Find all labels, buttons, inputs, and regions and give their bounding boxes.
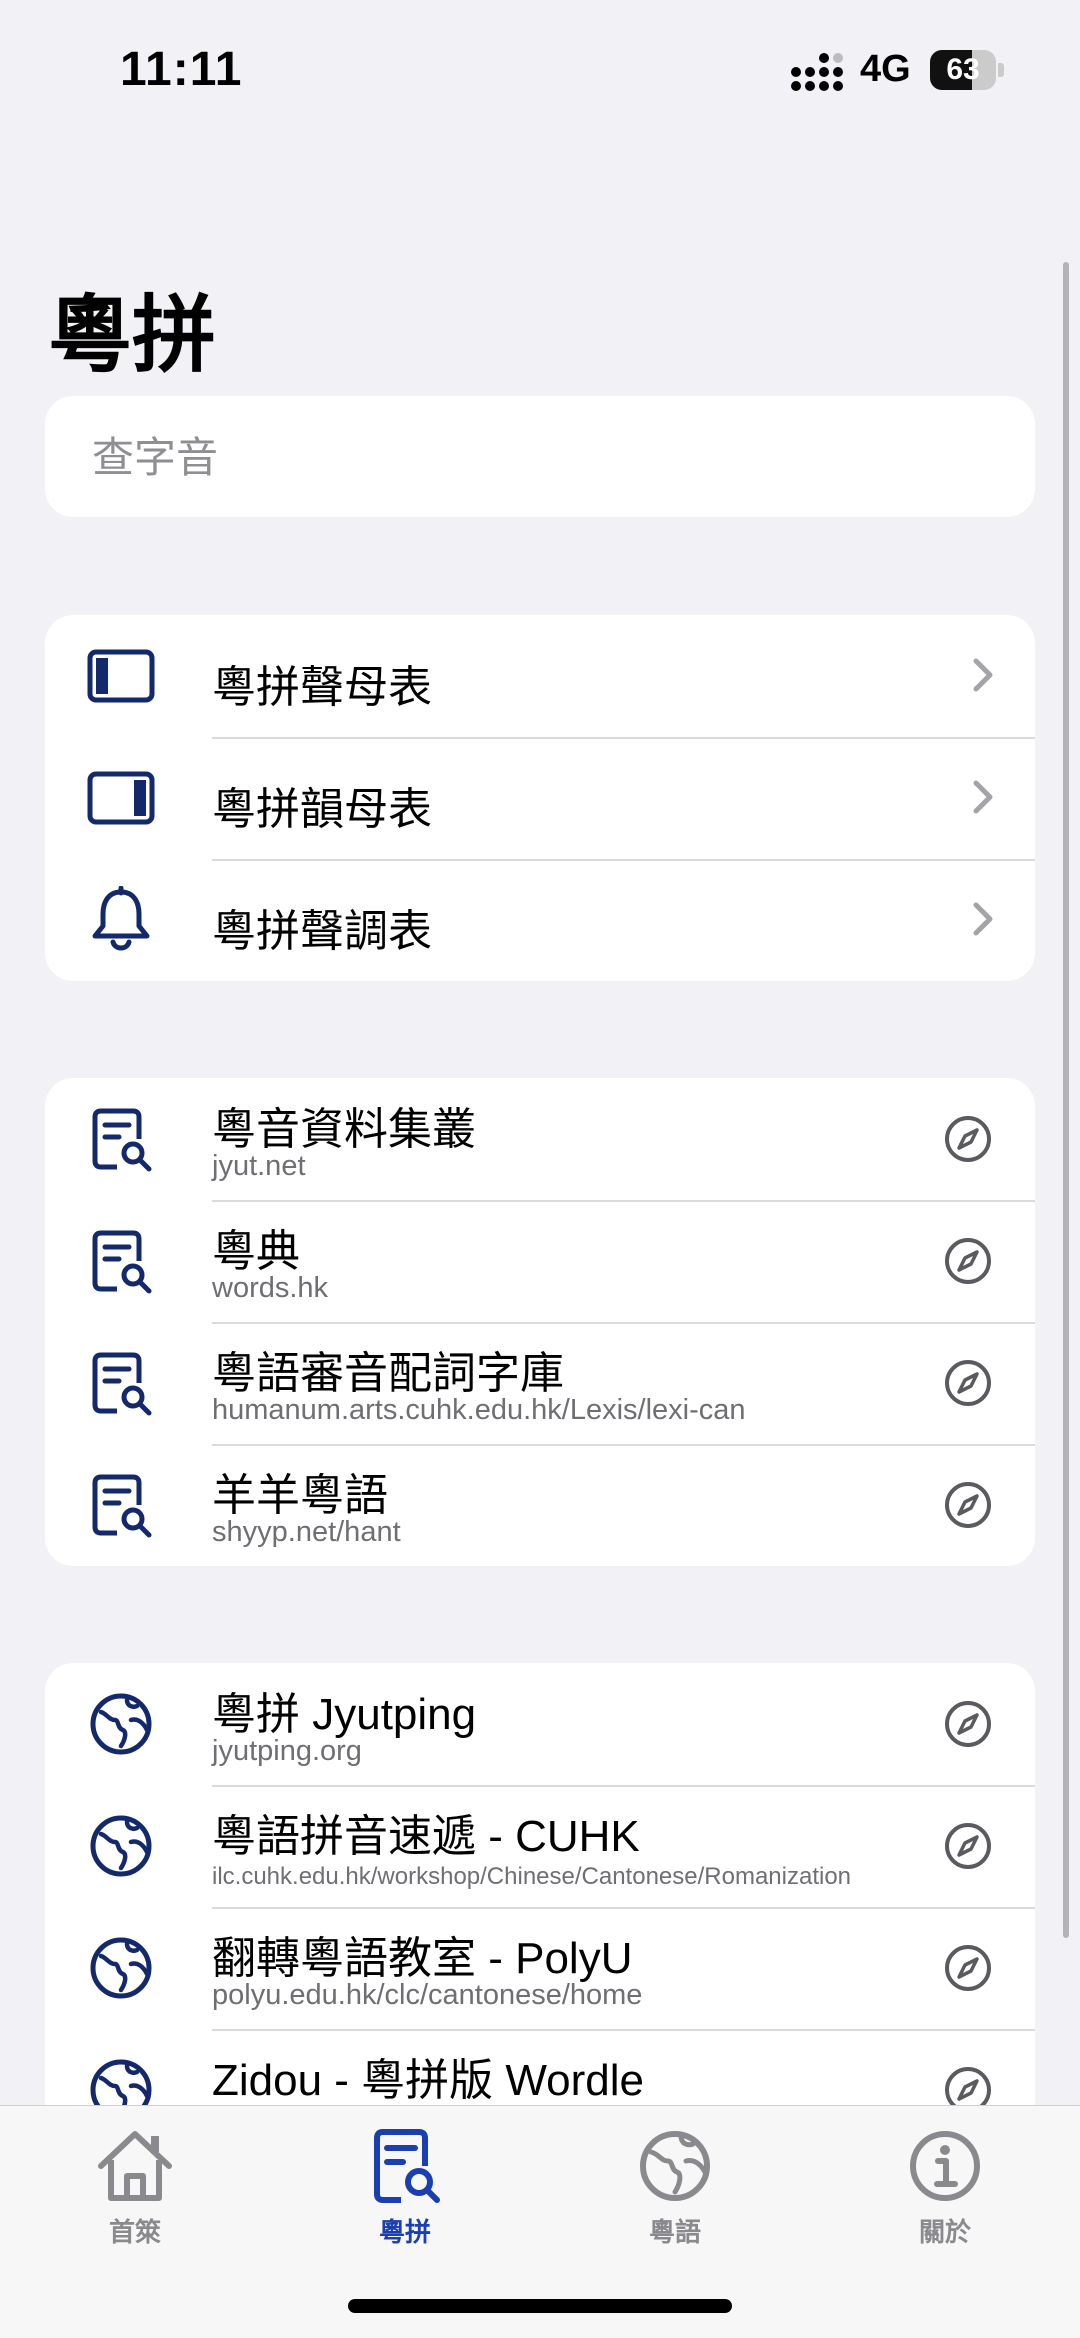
dictionaries-card: 粵音資料集叢 jyut.net 粵典 words.hk 粵語審音配詞字庫 hum… [45, 1078, 1035, 1566]
row-url: humanum.arts.cuhk.edu.hk/Lexis/lexi-can [212, 1394, 746, 1426]
page-title: 粵拼 [48, 288, 217, 382]
compass-icon[interactable] [943, 1236, 993, 1286]
compass-icon[interactable] [943, 2065, 993, 2105]
info-icon [910, 2131, 980, 2201]
globe-icon [90, 1937, 152, 1999]
compass-icon[interactable] [943, 1358, 993, 1408]
battery-icon: 63 [930, 50, 1004, 90]
row-title: 粵拼聲調表 [212, 907, 432, 956]
row-title: 翻轉粵語教室 - PolyU [212, 1934, 633, 1983]
row-title: 粵拼 Jyutping [212, 1690, 477, 1739]
resource-row[interactable]: 粵拼 Jyutping jyutping.org [45, 1663, 1035, 1785]
document-search-icon [92, 1352, 152, 1416]
document-search-icon [374, 2129, 440, 2203]
tab-home[interactable]: 首箂 [45, 2126, 225, 2266]
dictionary-row[interactable]: 粵典 words.hk [45, 1200, 1035, 1322]
signal-icon [791, 53, 843, 91]
chevron-right-icon [973, 658, 993, 692]
row-title: 粵語審音配詞字庫 [212, 1349, 564, 1398]
document-search-icon [92, 1108, 152, 1172]
row-url: jyutping.org [212, 1735, 362, 1767]
scrollbar[interactable] [1063, 262, 1069, 1938]
compass-icon[interactable] [943, 1943, 993, 1993]
left-panel-icon [87, 649, 155, 703]
compass-icon[interactable] [943, 1699, 993, 1749]
row-url: ilc.cuhk.edu.hk/workshop/Chinese/Cantone… [212, 1863, 852, 1890]
compass-icon[interactable] [943, 1114, 993, 1164]
search-input[interactable] [90, 396, 1039, 519]
chevron-right-icon [973, 902, 993, 936]
row-url: shyyp.net/hant [212, 1516, 401, 1548]
table-row-finals[interactable]: 粵拼韻母表 [45, 737, 1035, 859]
search-field[interactable] [45, 396, 1039, 519]
table-row-tones[interactable]: 粵拼聲調表 [45, 859, 1035, 981]
globe-icon [640, 2131, 710, 2201]
tables-card: 粵拼聲母表 粵拼韻母表 粵拼聲調表 [45, 615, 1035, 981]
tab-about[interactable]: 關於 [855, 2126, 1035, 2266]
compass-icon[interactable] [943, 1821, 993, 1871]
dictionary-row[interactable]: 粵語審音配詞字庫 humanum.arts.cuhk.edu.hk/Lexis/… [45, 1322, 1035, 1444]
compass-icon[interactable] [943, 1480, 993, 1530]
row-title: 粵典 [212, 1227, 300, 1276]
resources-card: 粵拼 Jyutping jyutping.org 粵語拼音速遞 - CUHK i… [45, 1663, 1035, 2105]
globe-icon [90, 1693, 152, 1755]
row-title: 羊羊粵語 [212, 1471, 388, 1520]
home-indicator[interactable] [348, 2299, 732, 2313]
globe-icon [90, 1815, 152, 1877]
row-url: polyu.edu.hk/clc/cantonese/home [212, 1979, 643, 2011]
document-search-icon [92, 1230, 152, 1294]
row-title: Zidou - 粵拼版 Wordle [212, 2056, 644, 2105]
tab-label: 首箂 [108, 2217, 161, 2247]
resource-row[interactable]: 粵語拼音速遞 - CUHK ilc.cuhk.edu.hk/workshop/C… [45, 1785, 1035, 1907]
table-row-initials[interactable]: 粵拼聲母表 [45, 615, 1035, 737]
row-url: words.hk [212, 1272, 329, 1304]
dictionary-row[interactable]: 羊羊粵語 shyyp.net/hant [45, 1444, 1035, 1566]
status-bar: 11:11 4G 63 [0, 0, 1080, 140]
tab-label: 關於 [918, 2217, 971, 2247]
battery-percentage: 63 [946, 53, 980, 86]
tab-jyutping[interactable]: 粵拼 [315, 2126, 495, 2266]
tab-label: 粵拼 [378, 2217, 431, 2247]
document-search-icon [92, 1474, 152, 1538]
row-title: 粵語拼音速遞 - CUHK [212, 1812, 640, 1861]
right-panel-icon [87, 771, 155, 825]
globe-icon [90, 2059, 152, 2105]
row-title: 粵拼聲母表 [212, 663, 432, 712]
status-time: 11:11 [120, 43, 243, 96]
dictionary-row[interactable]: 粵音資料集叢 jyut.net [45, 1078, 1035, 1200]
row-title: 粵拼韻母表 [212, 785, 432, 834]
row-title: 粵音資料集叢 [212, 1105, 476, 1154]
house-icon [98, 2131, 172, 2201]
tab-cantonese[interactable]: 粵語 [585, 2126, 765, 2266]
resource-row[interactable]: Zidou - 粵拼版 Wordle [45, 2029, 1035, 2105]
tab-label: 粵語 [648, 2217, 701, 2247]
row-url: jyut.net [212, 1150, 306, 1182]
bell-icon [92, 886, 150, 951]
resource-row[interactable]: 翻轉粵語教室 - PolyU polyu.edu.hk/clc/cantones… [45, 1907, 1035, 2029]
network-type: 4G [860, 48, 911, 90]
chevron-right-icon [973, 780, 993, 814]
